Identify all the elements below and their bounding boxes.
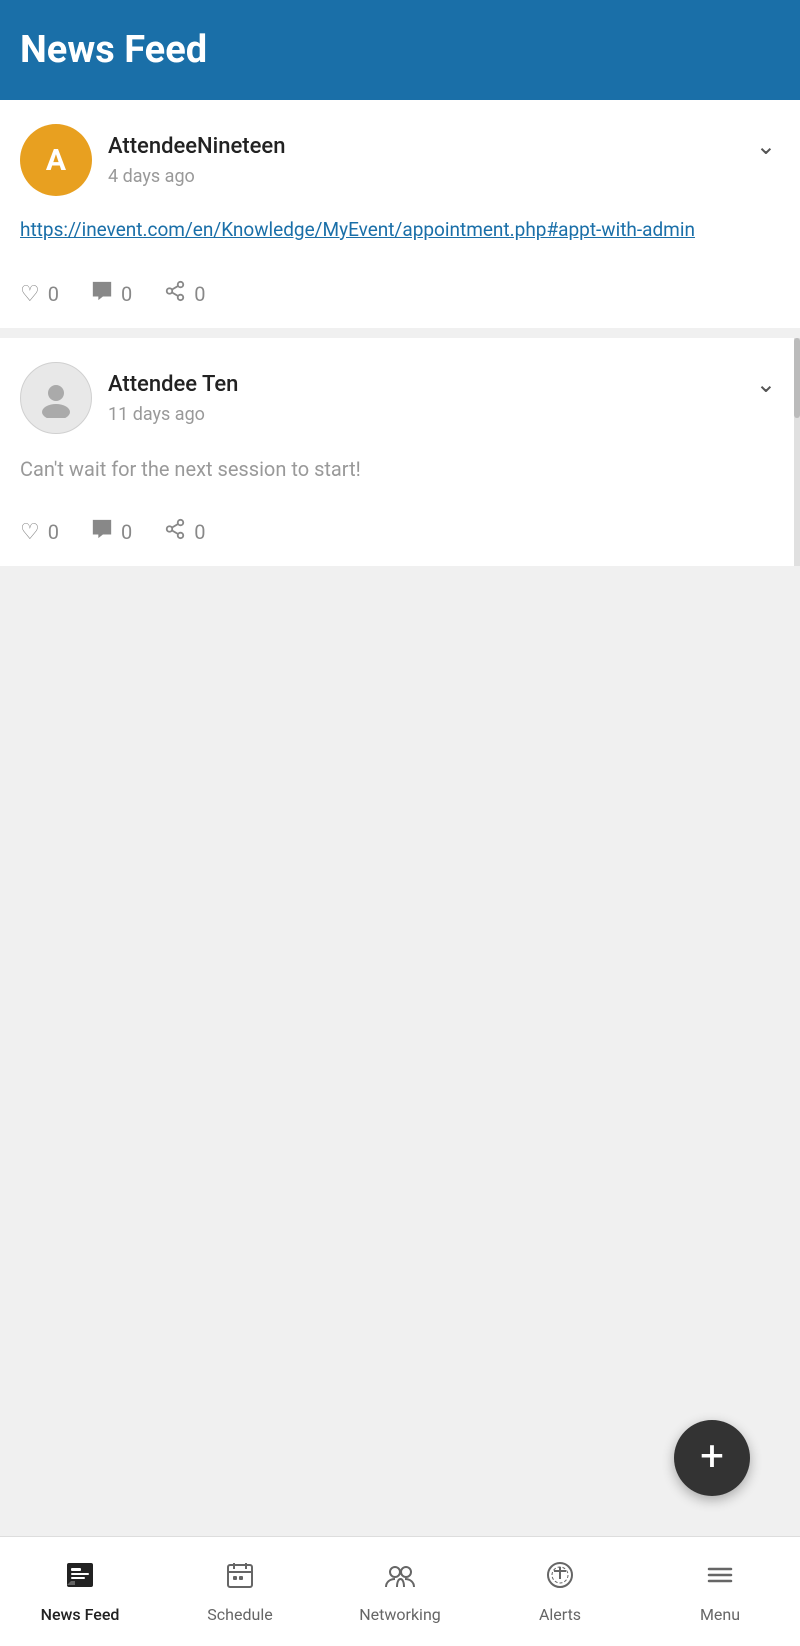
post-actions: ♡ 0 0 (20, 514, 780, 546)
header: News Feed (0, 0, 800, 100)
share-count: 0 (194, 520, 205, 544)
networking-icon (384, 1559, 416, 1599)
comment-count: 0 (121, 282, 132, 306)
post-menu-chevron[interactable]: ⌄ (752, 366, 780, 402)
news-feed-icon (64, 1559, 96, 1599)
nav-label-schedule: Schedule (207, 1605, 272, 1624)
nav-item-news-feed[interactable]: News Feed (0, 1537, 160, 1646)
fab-button[interactable]: + (674, 1420, 750, 1496)
heart-icon: ♡ (20, 520, 40, 545)
scrollbar (794, 338, 800, 566)
avatar (20, 362, 92, 434)
share-icon (164, 518, 186, 546)
fab-icon: + (700, 1436, 724, 1478)
post-menu-chevron[interactable]: ⌄ (752, 128, 780, 164)
post-header-left: Attendee Ten 11 days ago (20, 362, 238, 434)
post-divider (0, 566, 800, 576)
nav-label-news-feed: News Feed (41, 1605, 120, 1624)
share-button[interactable]: 0 (164, 518, 205, 546)
scrollbar-thumb (794, 338, 800, 418)
post-user-info: Attendee Ten 11 days ago (108, 371, 238, 425)
post-card: Attendee Ten 11 days ago ⌄ Can't wait fo… (0, 338, 800, 566)
bottom-nav: News Feed Schedule Networking (0, 1536, 800, 1646)
nav-item-schedule[interactable]: Schedule (160, 1537, 320, 1646)
page-title: News Feed (20, 28, 780, 72)
share-button[interactable]: 0 (164, 280, 205, 308)
comment-icon (91, 518, 113, 546)
post-divider (0, 328, 800, 338)
nav-label-menu: Menu (700, 1605, 740, 1624)
avatar: A (20, 124, 92, 196)
nav-item-menu[interactable]: Menu (640, 1537, 800, 1646)
post-text: Can't wait for the next session to start… (20, 457, 361, 481)
nav-item-alerts[interactable]: Alerts (480, 1537, 640, 1646)
heart-icon: ♡ (20, 282, 40, 307)
like-button[interactable]: ♡ 0 (20, 282, 59, 307)
alerts-icon (544, 1559, 576, 1599)
post-content: Can't wait for the next session to start… (20, 454, 780, 494)
post-actions: ♡ 0 0 (20, 276, 780, 308)
post-time: 11 days ago (108, 404, 238, 425)
like-button[interactable]: ♡ 0 (20, 520, 59, 545)
post-card: A AttendeeNineteen 4 days ago ⌄ https://… (0, 100, 800, 328)
menu-icon (704, 1559, 736, 1599)
nav-label-alerts: Alerts (539, 1605, 581, 1624)
post-user-info: AttendeeNineteen 4 days ago (108, 133, 285, 187)
post-header-left: A AttendeeNineteen 4 days ago (20, 124, 285, 196)
post-header: A AttendeeNineteen 4 days ago ⌄ (20, 124, 780, 196)
post-header: Attendee Ten 11 days ago ⌄ (20, 362, 780, 434)
feed: A AttendeeNineteen 4 days ago ⌄ https://… (0, 100, 800, 576)
nav-item-networking[interactable]: Networking (320, 1537, 480, 1646)
post-username: AttendeeNineteen (108, 133, 285, 162)
share-count: 0 (194, 282, 205, 306)
post-content: https://inevent.com/en/Knowledge/MyEvent… (20, 216, 780, 256)
like-count: 0 (48, 520, 59, 544)
post-link[interactable]: https://inevent.com/en/Knowledge/MyEvent… (20, 218, 695, 241)
comment-count: 0 (121, 520, 132, 544)
like-count: 0 (48, 282, 59, 306)
post-username: Attendee Ten (108, 371, 238, 400)
comment-button[interactable]: 0 (91, 280, 132, 308)
nav-label-networking: Networking (359, 1605, 441, 1624)
comment-button[interactable]: 0 (91, 518, 132, 546)
comment-icon (91, 280, 113, 308)
schedule-icon (224, 1559, 256, 1599)
empty-area: + (0, 576, 800, 1536)
post-time: 4 days ago (108, 166, 285, 187)
page: News Feed A AttendeeNineteen 4 days ago … (0, 0, 800, 1646)
share-icon (164, 280, 186, 308)
